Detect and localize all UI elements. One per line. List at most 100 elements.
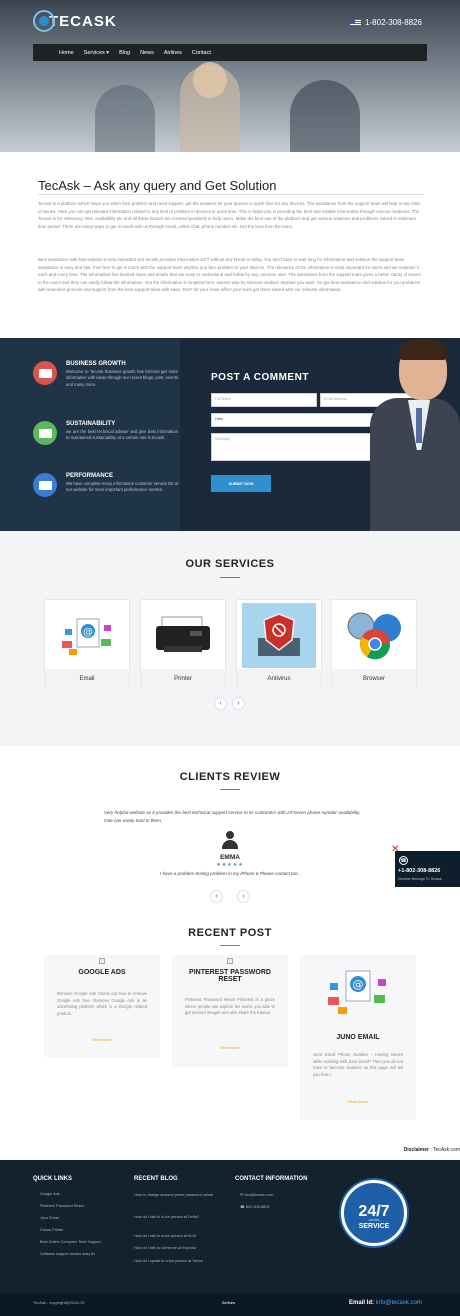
- growth-icon: [33, 421, 57, 445]
- footer-link[interactable]: Software support means easy fix: [40, 1252, 95, 1256]
- email-icon: @: [320, 965, 396, 1025]
- divider: [220, 577, 240, 578]
- contact-email[interactable]: ✉ info@tecask.com: [240, 1192, 273, 1197]
- feature-title: PERFORMANCE: [66, 473, 114, 479]
- phone-icon: ☎: [399, 856, 408, 865]
- site-logo[interactable]: TECASK: [33, 10, 117, 32]
- post-excerpt: Juno Email Phone Number - Having issues …: [313, 1052, 403, 1077]
- feature-title: SUSTAINABILITY: [66, 421, 116, 427]
- airlines-link[interactable]: Airlines: [222, 1300, 235, 1305]
- review-quote: Very helpful website as it provides the …: [104, 810, 361, 823]
- hero-person: [290, 80, 360, 152]
- footer-link[interactable]: Best Online Computer Tech Support: [40, 1240, 101, 1244]
- footer-link[interactable]: Canon Printer: [40, 1228, 63, 1232]
- hero-person: [95, 85, 155, 152]
- quick-links-title: QUICK LINKS: [33, 1176, 72, 1182]
- printer-icon: [146, 603, 220, 668]
- post-title[interactable]: PINTEREST PASSWORD RESET: [172, 969, 288, 983]
- nav-airlines[interactable]: Airlines: [164, 50, 182, 56]
- widget-phone-number: +1-802-308-8826: [398, 868, 441, 874]
- header-phone[interactable]: 1-802-308-8826: [350, 18, 422, 27]
- footer-blog-link[interactable]: How do I talk to a live person at Delta?: [134, 1214, 216, 1221]
- feature-title: BUSINESS GROWTH: [66, 361, 126, 367]
- feature-text: we are the best technical adviser and gi…: [66, 429, 178, 441]
- footer-blog-link[interactable]: How do I speak to a live person at Yahoo: [134, 1258, 216, 1265]
- copyright: TecAsk - copyright@2018-19: [33, 1300, 85, 1305]
- disclaimer-label: Disclaimer: [403, 1147, 429, 1153]
- service-label: Browser: [332, 669, 416, 689]
- logo-icon: [33, 10, 55, 32]
- badge-hours: HOURS: [368, 1218, 380, 1222]
- read-more-link[interactable]: Read More: [172, 1045, 288, 1050]
- service-card-browser[interactable]: Browser: [331, 599, 417, 689]
- nav-services[interactable]: Services ▾: [84, 50, 109, 56]
- contact-phone[interactable]: ☎ 802-308-8826: [240, 1204, 269, 1209]
- intro-paragraph: Tecask is a platform which helps you whe…: [38, 201, 420, 229]
- broken-image-icon: [227, 958, 233, 964]
- footer-blog-link[interactable]: How to change amazon prime password onli…: [134, 1192, 216, 1199]
- review-text: I have a problem testing problem in my i…: [159, 871, 301, 876]
- contact-phone-text: 802-308-8826: [245, 1205, 270, 1209]
- close-icon[interactable]: ✕: [391, 844, 399, 855]
- reviews-prev-button[interactable]: ‹: [210, 890, 223, 903]
- services-title: OUR SERVICES: [185, 558, 275, 570]
- read-more-link[interactable]: Read More: [300, 1099, 416, 1104]
- phone-widget[interactable]: ✕ ☎ +1-802-308-8826 Number Belongs To Te…: [391, 844, 460, 887]
- post-card[interactable]: @ JUNO EMAIL Juno Email Phone Number - H…: [300, 955, 416, 1120]
- us-flag-icon: [350, 19, 362, 26]
- chart-icon: [33, 361, 57, 385]
- rating-stars: ★★★★★: [216, 862, 244, 868]
- intro-title: TecAsk – Ask any query and Get Solution: [38, 178, 277, 193]
- header-phone-number: 1-802-308-8826: [365, 18, 422, 27]
- service-card-antivirus[interactable]: Antivirus: [236, 599, 322, 689]
- footer-blog-link[interactable]: How do I talk to a live person at KLM: [134, 1234, 196, 1238]
- post-card[interactable]: GOOGLE ADS Remove Google Ads Check out h…: [44, 955, 160, 1057]
- browser-icon: [337, 603, 411, 668]
- intro-paragraph: Best assistance with fast solution is ve…: [38, 257, 421, 293]
- broken-image-icon: [99, 958, 105, 964]
- footer-email[interactable]: Email Id: info@tecask.com: [349, 1300, 422, 1306]
- footer-link[interactable]: Google Ads: [40, 1192, 60, 1196]
- footer-link[interactable]: Pinterest Password Reset: [40, 1204, 84, 1208]
- reviewer-name: EMMA: [220, 854, 240, 861]
- services-next-button[interactable]: ›: [232, 697, 245, 710]
- disclaimer[interactable]: Disclaimer : TecAsk.com: [404, 1147, 460, 1153]
- nav-blog[interactable]: Blog: [119, 50, 130, 56]
- svg-text:@: @: [83, 627, 93, 638]
- services-prev-button[interactable]: ‹: [214, 697, 227, 710]
- recent-blog-title: RECENT BLOG: [134, 1176, 178, 1182]
- submit-button[interactable]: SUBMIT NOW: [211, 475, 271, 492]
- service-label: Email: [45, 669, 129, 689]
- nav-home[interactable]: Home: [59, 50, 74, 56]
- antivirus-icon: [242, 603, 316, 668]
- svg-text:@: @: [353, 978, 364, 991]
- support-badge: 24/7 HOURS SERVICE: [341, 1180, 407, 1246]
- footer-blog-link[interactable]: How do I talk to someone at Expedia: [134, 1246, 196, 1250]
- main-nav: Home Services ▾ Blog News Airlines Conta…: [33, 44, 427, 61]
- comment-form-title: POST A COMMENT: [211, 372, 309, 383]
- post-card[interactable]: PINTEREST PASSWORD RESET Pinterest Passw…: [172, 955, 288, 1067]
- divider: [220, 945, 240, 946]
- service-card-printer[interactable]: Printer: [140, 599, 226, 689]
- disclaimer-text: : TecAsk.com: [428, 1147, 460, 1153]
- feature-text: We have complete many information custom…: [66, 481, 178, 493]
- recent-post-title: RECENT POST: [188, 927, 272, 939]
- email-value[interactable]: info@tecask.com: [376, 1300, 422, 1306]
- service-label: Antivirus: [237, 669, 321, 689]
- service-card-email[interactable]: @ Email: [44, 599, 130, 689]
- avatar: [222, 831, 238, 849]
- divider: [220, 789, 240, 790]
- post-title[interactable]: GOOGLE ADS: [44, 969, 160, 976]
- widget-subtitle: Number Belongs To Tecask: [398, 877, 442, 881]
- post-excerpt: Pinterest Password Reset Pinterest is a …: [185, 997, 275, 1016]
- post-title[interactable]: JUNO EMAIL: [300, 1034, 416, 1041]
- footer-link[interactable]: Juno Email: [40, 1216, 59, 1220]
- nav-contact[interactable]: Contact: [192, 50, 211, 56]
- reviews-next-button[interactable]: ›: [237, 890, 250, 903]
- read-more-link[interactable]: Read More: [44, 1037, 160, 1042]
- name-field[interactable]: Full Name: [211, 393, 317, 407]
- service-label: Printer: [141, 669, 225, 689]
- nav-news[interactable]: News: [140, 50, 154, 56]
- divider: [38, 194, 424, 195]
- reviews-title: CLIENTS REVIEW: [179, 771, 281, 783]
